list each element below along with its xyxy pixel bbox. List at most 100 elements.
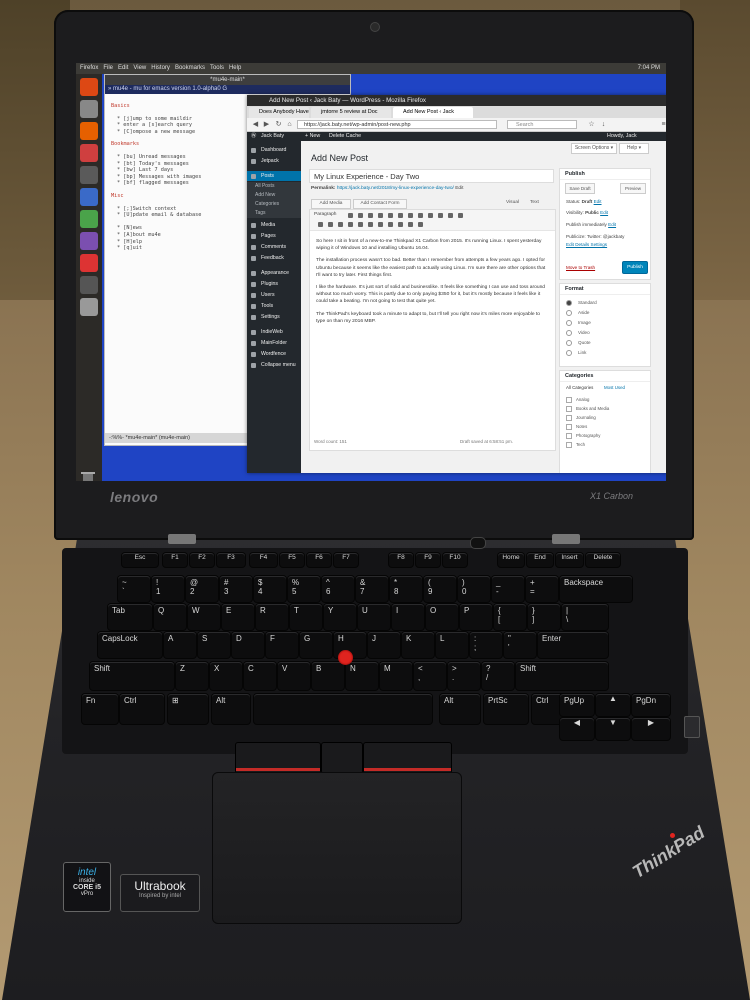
radio-icon[interactable] bbox=[566, 340, 572, 346]
sidebar-item[interactable]: Dashboard bbox=[247, 145, 301, 155]
radio-icon[interactable] bbox=[566, 310, 572, 316]
fn-key-9[interactable]: F9 bbox=[416, 553, 440, 567]
category-item[interactable]: Journaling bbox=[566, 415, 596, 421]
pgdn-key[interactable]: PgDn bbox=[632, 694, 670, 716]
visual-tab[interactable]: Visual bbox=[506, 200, 519, 205]
letter-key[interactable]: T bbox=[290, 604, 322, 630]
preview-button[interactable]: Preview bbox=[620, 183, 646, 194]
number-key[interactable]: * 8 bbox=[390, 576, 422, 602]
category-item[interactable]: Analog bbox=[566, 397, 589, 403]
sidebar-item[interactable]: Media bbox=[247, 220, 301, 230]
sidebar-item[interactable]: IndieWeb bbox=[247, 327, 301, 337]
ubuntu-dash-icon[interactable] bbox=[80, 78, 98, 96]
category-item[interactable]: Notes bbox=[566, 424, 587, 430]
delete-cache-button[interactable]: Delete Cache bbox=[329, 132, 361, 141]
checkbox-icon[interactable] bbox=[566, 424, 572, 430]
special-char-icon[interactable] bbox=[368, 222, 373, 227]
letter-key[interactable]: Y bbox=[324, 604, 356, 630]
sidebar-item[interactable]: Settings bbox=[247, 312, 301, 322]
number-key[interactable]: & 7 bbox=[356, 576, 388, 602]
radio-icon[interactable] bbox=[566, 300, 572, 306]
sidebar-item[interactable]: MainFolder bbox=[247, 338, 301, 348]
number-key[interactable]: ( 9 bbox=[424, 576, 456, 602]
menu-item[interactable]: Firefox bbox=[80, 65, 98, 71]
fn-key-11[interactable]: Home bbox=[498, 553, 524, 567]
letter-key[interactable]: R bbox=[256, 604, 288, 630]
letter-key[interactable]: L bbox=[436, 632, 468, 658]
save-draft-button[interactable]: Save Draft bbox=[565, 183, 595, 194]
edit-details-link[interactable]: Edit Details Settings bbox=[566, 242, 607, 247]
number-key[interactable]: ! 1 bbox=[152, 576, 184, 602]
middle-mouse-button[interactable] bbox=[321, 742, 363, 774]
format-option[interactable]: Image bbox=[566, 320, 591, 326]
number-key[interactable]: + = bbox=[526, 576, 558, 602]
fn-key-3[interactable]: F3 bbox=[217, 553, 245, 567]
fn-key-5[interactable]: F5 bbox=[280, 553, 304, 567]
app-icon[interactable] bbox=[80, 254, 98, 272]
browser-tab[interactable]: jmtorre 5 review at Doc bbox=[311, 107, 391, 118]
align-left-icon[interactable] bbox=[398, 213, 403, 218]
submenu-item[interactable]: Tags bbox=[247, 209, 301, 218]
tab-key[interactable]: Tab bbox=[108, 604, 152, 630]
number-key[interactable]: % 5 bbox=[288, 576, 320, 602]
hr-icon[interactable] bbox=[328, 222, 333, 227]
backspace-key[interactable]: Backspace bbox=[560, 576, 632, 602]
number-key[interactable]: # 3 bbox=[220, 576, 252, 602]
add-contact-form-button[interactable]: Add Contact Form bbox=[353, 199, 407, 209]
touchpad[interactable] bbox=[212, 772, 462, 924]
shift-row-key[interactable]: B bbox=[312, 662, 344, 690]
shift-row-key[interactable]: Shift bbox=[516, 662, 608, 690]
fn-key-13[interactable]: Insert bbox=[556, 553, 583, 567]
numbered-list-icon[interactable] bbox=[378, 213, 383, 218]
strikethrough-icon[interactable] bbox=[318, 222, 323, 227]
link-icon[interactable] bbox=[428, 213, 433, 218]
letter-key[interactable]: F bbox=[266, 632, 298, 658]
radio-icon[interactable] bbox=[566, 320, 572, 326]
firefox-window[interactable]: Add New Post ‹ Jack Baty — WordPress - M… bbox=[247, 95, 666, 473]
shift-row-key[interactable]: ? / bbox=[482, 662, 514, 690]
letter-key[interactable]: Q bbox=[154, 604, 186, 630]
publish-button[interactable]: Publish bbox=[622, 261, 648, 274]
firefox-icon[interactable] bbox=[80, 122, 98, 140]
letter-key[interactable]: P bbox=[460, 604, 492, 630]
left-mouse-button[interactable] bbox=[235, 742, 321, 774]
menu-item[interactable]: File bbox=[103, 65, 113, 71]
calc-icon[interactable] bbox=[80, 210, 98, 228]
letter-key[interactable]: A bbox=[164, 632, 196, 658]
tab-most-used[interactable]: Most Used bbox=[604, 385, 625, 390]
category-item[interactable]: Photography bbox=[566, 433, 600, 439]
menu-item[interactable]: View bbox=[133, 65, 146, 71]
shift-row-key[interactable]: Shift bbox=[90, 662, 174, 690]
post-editor[interactable]: Paragraph So here I sit in front of a ne… bbox=[309, 209, 556, 451]
menu-item[interactable]: History bbox=[151, 65, 170, 71]
post-title-input[interactable]: My Linux Experience - Day Two bbox=[309, 169, 554, 183]
site-name[interactable]: Jack Baty bbox=[261, 132, 284, 141]
letter-key[interactable]: } ] bbox=[528, 604, 560, 630]
visibility-edit-link[interactable]: Edit bbox=[600, 210, 608, 215]
format-option[interactable]: Link bbox=[566, 350, 586, 356]
howdy-user[interactable]: Howdy, Jack bbox=[607, 132, 637, 141]
radio-icon[interactable] bbox=[566, 350, 572, 356]
menu-icon[interactable]: ≡ bbox=[659, 120, 666, 129]
modifier-key[interactable]: ⊞ bbox=[168, 694, 208, 724]
fn-key-0[interactable]: Esc bbox=[122, 553, 158, 567]
shift-row-key[interactable]: M bbox=[380, 662, 412, 690]
forward-icon[interactable]: ▶ bbox=[262, 120, 271, 129]
fn-key-12[interactable]: End bbox=[527, 553, 553, 567]
capslock-key[interactable]: CapsLock bbox=[98, 632, 162, 658]
menu-item[interactable]: Edit bbox=[118, 65, 128, 71]
download-icon[interactable]: ↓ bbox=[599, 120, 608, 129]
software-center-icon[interactable] bbox=[80, 144, 98, 162]
left-arrow-key[interactable]: ◀ bbox=[560, 718, 594, 740]
outdent-icon[interactable] bbox=[378, 222, 383, 227]
status-edit-link[interactable]: Edit bbox=[594, 199, 602, 204]
move-to-trash-link[interactable]: Move to Trash bbox=[566, 265, 595, 270]
sidebar-item[interactable]: Posts bbox=[247, 171, 301, 181]
home-icon[interactable]: ⌂ bbox=[285, 120, 294, 129]
category-item[interactable]: Books and Media bbox=[566, 406, 609, 412]
enter-key[interactable]: Enter bbox=[538, 632, 608, 658]
italic-icon[interactable] bbox=[358, 213, 363, 218]
tab-all-categories[interactable]: All Categories bbox=[566, 385, 593, 390]
radio-icon[interactable] bbox=[566, 330, 572, 336]
fn-key-4[interactable]: F4 bbox=[250, 553, 277, 567]
